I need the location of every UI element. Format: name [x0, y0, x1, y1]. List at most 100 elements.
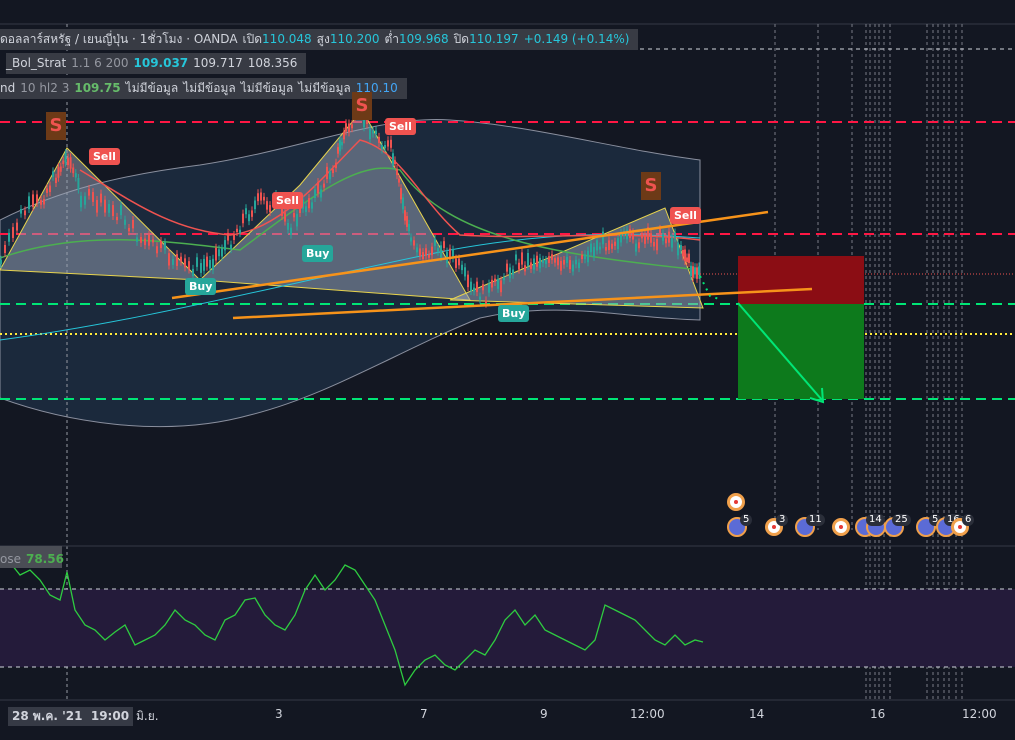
oscillator-legend[interactable]: ose 78.56 [0, 549, 73, 570]
candle-body [593, 246, 595, 258]
candle-body [24, 210, 26, 216]
event-count: 25 [892, 514, 911, 526]
candle-body [104, 199, 106, 213]
candle-body [665, 238, 667, 244]
candle-body [132, 219, 134, 229]
candle-body [16, 222, 18, 231]
candle-body [0, 259, 2, 264]
indicator-legend-supertrend[interactable]: nd 10 hl2 3 109.75 ไม่มีข้อมูล ไม่มีข้อมูล ไม… [0, 78, 407, 99]
candle-body [455, 258, 457, 268]
candle-body [608, 240, 610, 251]
candle-body [57, 167, 60, 178]
candle-body [120, 205, 122, 216]
candle-body [77, 177, 80, 190]
candle-body [172, 259, 174, 265]
s-signal-box: S [641, 172, 661, 200]
candle-body [112, 205, 114, 217]
event-marker-icon[interactable] [727, 493, 745, 511]
candle-body [688, 253, 690, 264]
candle-body [284, 212, 286, 222]
time-tick: 12:00 [962, 707, 997, 721]
candle-body [305, 206, 307, 212]
sell-signal: Sell [670, 207, 701, 224]
candle-body [245, 208, 247, 215]
candle-body [12, 227, 14, 238]
candle-body [49, 185, 51, 193]
candle-body [599, 246, 601, 250]
candle-body [692, 266, 694, 278]
candle-body [59, 166, 62, 172]
sell-signal: Sell [385, 118, 416, 135]
candle-body [596, 240, 598, 251]
candle-body [348, 123, 350, 133]
time-tick: 16 [870, 707, 886, 721]
event-count: 11 [806, 514, 825, 526]
candle-body [100, 193, 102, 203]
candle-body [345, 123, 347, 132]
candle-body [176, 254, 178, 266]
candle-body [394, 160, 396, 165]
candle-body [542, 259, 544, 264]
candle-body [88, 189, 90, 196]
symbol-title[interactable]: ดอลลาร์สหรัฐ / เยนญี่ปุ่น · 1ชั่วโมง · O… [0, 32, 238, 46]
candle-body [290, 227, 292, 235]
candle-body [674, 232, 676, 239]
candle-body [512, 269, 514, 275]
candle-body [192, 268, 194, 277]
candle-body [641, 233, 643, 239]
candle-body [554, 258, 556, 263]
candle-body [64, 153, 67, 163]
candle-body [160, 240, 162, 249]
time-tick: 7 [420, 707, 428, 721]
candle-body [84, 196, 86, 205]
candle-body [323, 183, 325, 188]
sell-signal: Sell [272, 192, 303, 209]
time-tick: 9 [540, 707, 548, 721]
candle-body [464, 267, 466, 277]
candle-body [431, 246, 433, 256]
candle-body [263, 196, 265, 201]
candle-body [184, 258, 186, 268]
candle-body [572, 264, 574, 272]
candle-body [682, 249, 684, 257]
candle-body [479, 296, 481, 300]
candle-body [233, 234, 235, 240]
candle-body [317, 182, 319, 194]
candle-body [629, 228, 631, 239]
candle-body [563, 259, 565, 265]
event-marker-icon[interactable] [832, 518, 850, 536]
candle-body [308, 198, 310, 209]
candle-body [551, 254, 553, 260]
candle-body [343, 131, 345, 140]
candle-body [494, 278, 496, 282]
candle-body [614, 241, 616, 246]
candle-body [148, 234, 150, 246]
candle-body [293, 213, 295, 218]
time-tick: 3 [275, 707, 283, 721]
price-chart[interactable] [0, 0, 1015, 740]
candle-body [470, 281, 472, 292]
candle-body [206, 256, 208, 267]
candle-body [337, 147, 339, 154]
candle-body [384, 144, 386, 149]
candle-body [410, 237, 412, 242]
candle-body [686, 257, 688, 263]
candle-body [698, 266, 700, 275]
candle-body [209, 259, 211, 269]
candle-body [339, 140, 341, 152]
candle-body [416, 247, 418, 253]
candle-body [605, 246, 607, 251]
candle-body [124, 219, 126, 225]
candle-body [635, 243, 637, 252]
sell-signal: Sell [89, 148, 120, 165]
symbol-header: ดอลลาร์สหรัฐ / เยนญี่ปุ่น · 1ชั่วโมง · O… [0, 29, 639, 50]
candle-body [566, 256, 568, 264]
candle-body [326, 166, 328, 180]
candle-body [668, 231, 670, 243]
candle-body [257, 193, 259, 202]
candle-body [656, 238, 658, 251]
buy-signal: Buy [498, 305, 530, 322]
candle-body [55, 177, 57, 184]
indicator-legend-bollinger[interactable]: _Bol_Strat 1.1 6 200 109.037 109.717 108.356 [6, 53, 307, 74]
candle-body [413, 240, 415, 246]
